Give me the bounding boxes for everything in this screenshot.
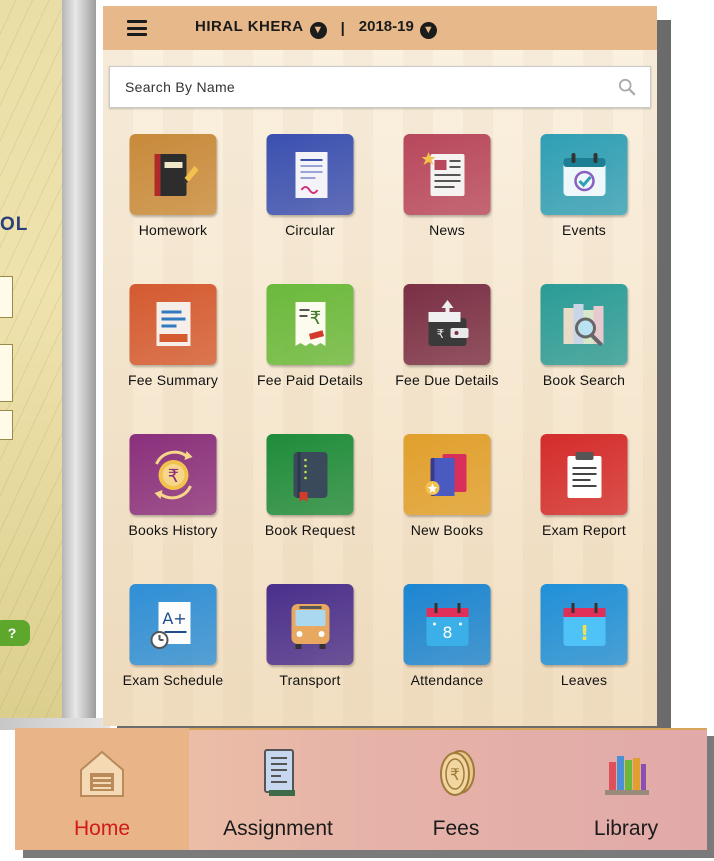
tile-label: Events (562, 222, 606, 238)
tile-label: Circular (285, 222, 335, 238)
tile-label: News (429, 222, 465, 238)
tile-label: Exam Report (542, 522, 626, 538)
fee-summary-icon (129, 284, 217, 365)
background-divider (62, 0, 96, 718)
tile-label: Book Search (542, 372, 626, 388)
search-icon[interactable] (618, 78, 636, 96)
tile-label: Leaves (560, 672, 608, 688)
homework-book-icon (129, 134, 217, 215)
tile-label: New Books (410, 522, 484, 538)
exam-schedule-icon: A+ (129, 584, 217, 665)
svg-text:₹: ₹ (167, 466, 178, 487)
tile-label: Transport (279, 672, 341, 688)
leaves-calendar-icon: ! (540, 584, 628, 665)
tile-label: Books History (128, 522, 218, 538)
background-input-field (0, 276, 13, 318)
svg-text:₹: ₹ (309, 308, 320, 329)
tile-label: Fee Paid Details (257, 372, 363, 388)
nav-home[interactable]: Home (15, 728, 189, 850)
attendance-calendar-icon: 8 (403, 584, 491, 665)
nav-label: Library (593, 817, 659, 840)
exam-report-icon (540, 434, 628, 515)
hamburger-menu-icon[interactable] (127, 20, 147, 36)
assignment-icon (264, 749, 295, 796)
nav-label: Fees (432, 817, 480, 840)
background-input-field (0, 344, 13, 402)
tile-label: Fee Summary (127, 372, 219, 388)
session-selector[interactable]: 2018-19 ▼ (359, 18, 437, 39)
svg-text:8: 8 (442, 623, 452, 642)
nav-label: Assignment (223, 817, 333, 840)
tile-book-request[interactable]: Book Request (240, 430, 380, 560)
tile-fee-paid-details[interactable]: ₹ Fee Paid Details (240, 280, 380, 410)
tile-leaves[interactable]: ! Leaves (514, 580, 654, 710)
book-search-icon (540, 284, 628, 365)
svg-text:₹: ₹ (450, 765, 460, 784)
tile-label: Exam Schedule (122, 672, 224, 688)
bottom-navigation: Home Assignment ₹ Fees Library (15, 728, 707, 850)
nav-assignment[interactable]: Assignment (189, 728, 367, 850)
svg-text:A+: A+ (162, 609, 186, 628)
chevron-down-icon: ▼ (309, 21, 327, 39)
dashboard-panel: HIRAL KHERA ▼ | 2018-19 ▼ Homework Circular… (103, 6, 657, 726)
tile-new-books[interactable]: New Books (377, 430, 517, 560)
nav-label: Home (73, 817, 131, 840)
session-year: 2018-19 (358, 17, 414, 35)
tile-news[interactable]: News (377, 130, 517, 260)
tile-exam-schedule[interactable]: A+ Exam Schedule (103, 580, 243, 710)
tile-books-history[interactable]: ₹ Books History (103, 430, 243, 560)
nav-fees[interactable]: ₹ Fees (367, 728, 545, 850)
background-help-badge: ? (0, 620, 30, 646)
chevron-down-icon: ▼ (419, 21, 437, 39)
tile-events[interactable]: Events (514, 130, 654, 260)
bus-icon (266, 584, 354, 665)
tile-fee-due-details[interactable]: ₹ Fee Due Details (377, 280, 517, 410)
tile-homework[interactable]: Homework (103, 130, 243, 260)
tile-fee-summary[interactable]: Fee Summary (103, 280, 243, 410)
books-history-icon: ₹ (129, 434, 217, 515)
tile-label: Book Request (264, 522, 356, 538)
tile-exam-report[interactable]: Exam Report (514, 430, 654, 560)
tile-label: Attendance (410, 672, 484, 688)
circular-document-icon (266, 134, 354, 215)
svg-text:!: ! (579, 621, 588, 645)
events-calendar-icon (540, 134, 628, 215)
fee-paid-receipt-icon: ₹ (266, 284, 354, 365)
tile-attendance[interactable]: 8 Attendance (377, 580, 517, 710)
new-books-icon (403, 434, 491, 515)
fees-coins-icon: ₹ (440, 750, 475, 796)
home-icon (80, 750, 124, 797)
header-separator: | (340, 19, 345, 37)
student-name: HIRAL KHERA (195, 17, 304, 35)
app-header: HIRAL KHERA ▼ | 2018-19 ▼ (103, 6, 657, 50)
background-input-field (0, 410, 13, 440)
news-icon (403, 134, 491, 215)
tile-book-search[interactable]: Book Search (514, 280, 654, 410)
background-login-screen: OL ? (0, 0, 70, 718)
library-icon (605, 756, 649, 795)
tile-label: Homework (138, 222, 208, 238)
tile-transport[interactable]: Transport (240, 580, 380, 710)
student-selector[interactable]: HIRAL KHERA ▼ (195, 18, 327, 39)
tile-label: Fee Due Details (395, 372, 499, 388)
background-heading-fragment: OL (0, 214, 29, 235)
search-input[interactable] (123, 78, 607, 96)
search-bar (109, 66, 651, 108)
nav-library[interactable]: Library (545, 728, 707, 850)
book-request-icon (266, 434, 354, 515)
svg-text:₹: ₹ (436, 327, 444, 341)
wallet-icon: ₹ (403, 284, 491, 365)
tile-circular[interactable]: Circular (240, 130, 380, 260)
